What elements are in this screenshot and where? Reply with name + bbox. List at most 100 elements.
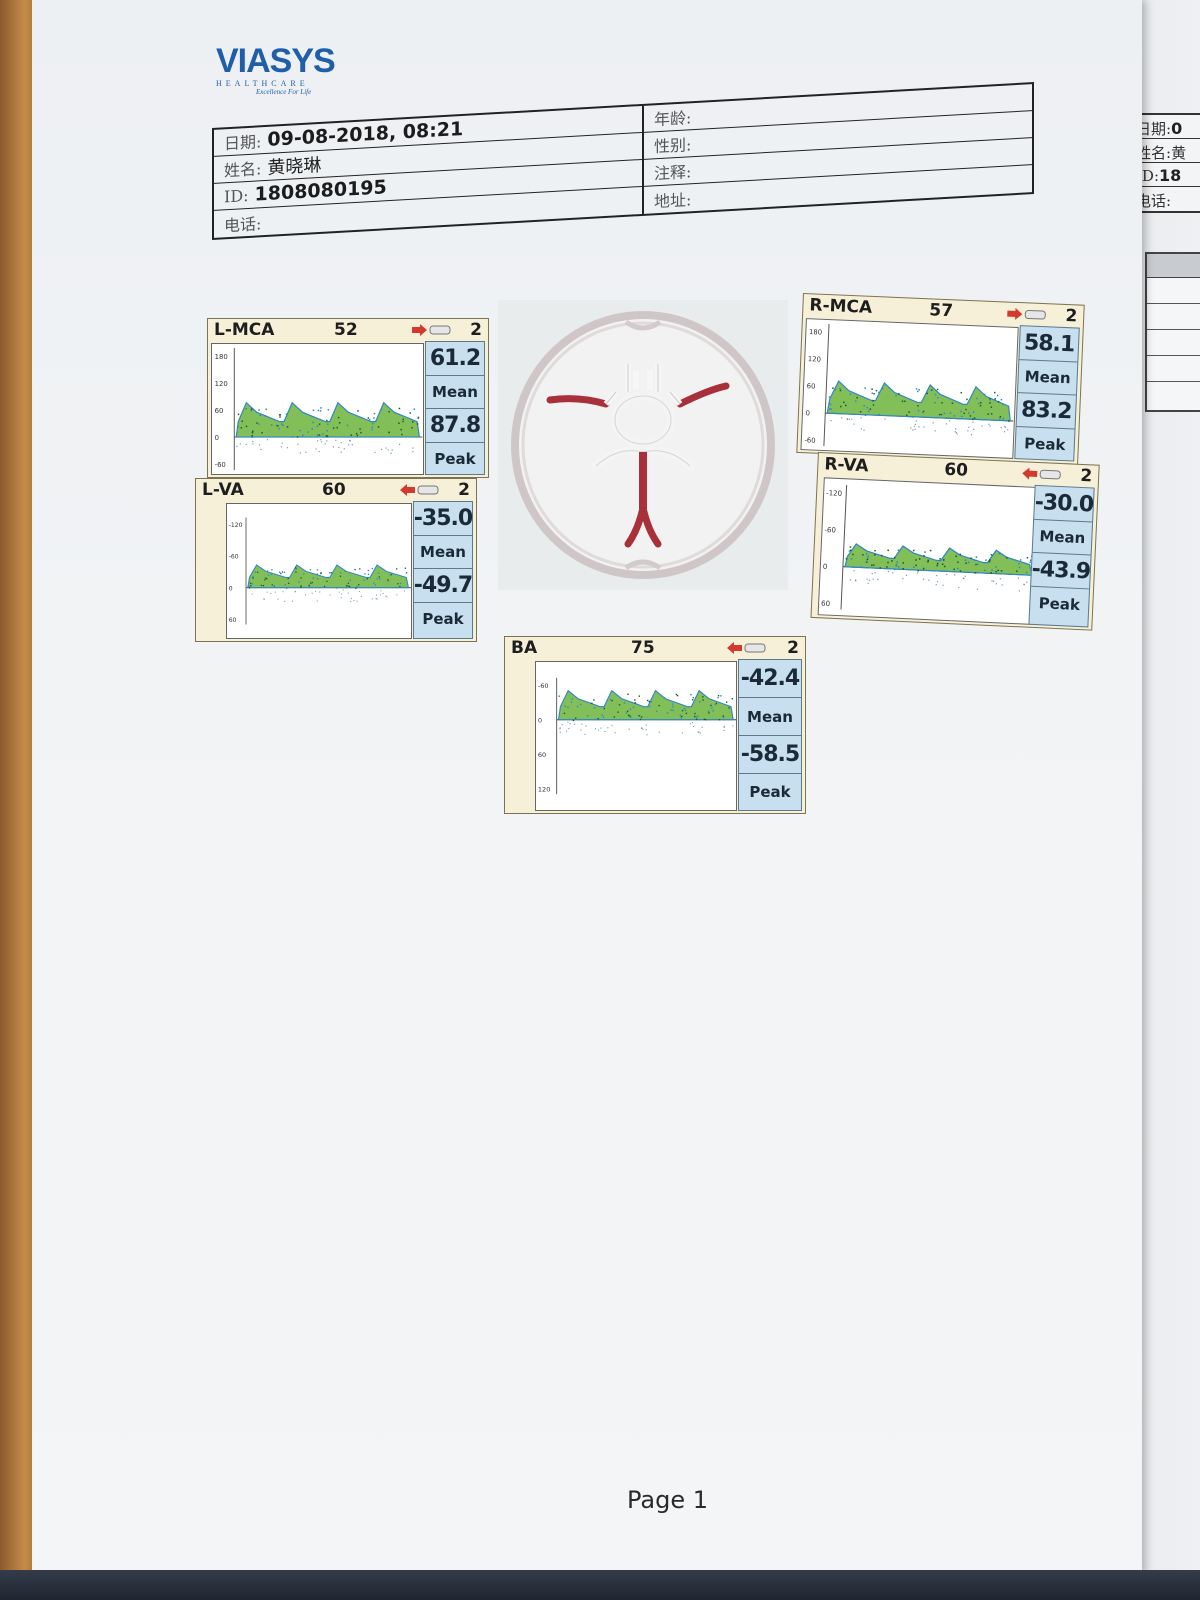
spectral-dot [355,587,357,589]
rmca-panel: R-MCA 57 2 180 120 60 0 -60 58.1 Mean 83.2 P… [796,293,1085,465]
spectral-dot [710,704,712,707]
spectral-dot [397,583,399,585]
spectral-dot [359,568,361,570]
spectral-dot [283,571,286,574]
doppler-spectrum: 180 120 60 0 -60 [800,318,1019,459]
spectral-dot [388,431,390,434]
spectral-dot [595,718,598,721]
noise-dot [607,727,609,729]
spectral-dot [312,577,314,579]
spectral-dot [897,566,900,568]
noise-dot [340,593,342,595]
noise-dot [376,594,378,596]
noise-dot [315,448,317,450]
spectral-dot [563,712,566,715]
spectral-dot [834,389,836,391]
peak-value: -58.5 [739,736,801,774]
spectral-dot [663,696,666,699]
spectral-dot [316,573,318,575]
spectral-dot [908,411,910,413]
spectral-dot [629,708,632,710]
spectral-dot [254,571,256,573]
spectral-dot [658,704,660,707]
spectral-dot [349,579,351,581]
spectral-dot [371,428,373,431]
logo-tagline: Excellence For Life [256,88,312,96]
spectral-dot [248,585,250,588]
scale-tick-label: -60 [538,682,549,690]
spectral-dot [367,417,370,419]
noise-dot [699,732,701,734]
spectral-dot [955,555,957,558]
spectral-dot [363,579,365,581]
age-label: 年龄: [654,108,692,130]
spectral-dot [695,718,698,720]
spectral-dot [359,428,361,430]
noise-dot [1017,577,1020,579]
spectral-dot [864,414,867,417]
noise-dot [292,600,294,602]
spectral-dot [930,389,933,391]
noise-dot [935,584,937,586]
noise-dot [872,578,874,580]
spectral-dot [924,551,926,553]
spectral-dot [989,559,991,561]
scale-tick-label: 120 [808,355,821,364]
spectral-dot [702,696,704,698]
spectral-dot [916,390,919,393]
readout-column: -42.4 Mean -58.5 Peak [738,659,802,811]
noise-dot [356,600,358,602]
peak-value: -43.9 [1031,552,1091,589]
spectral-dot [395,568,398,570]
noise-dot [701,726,703,728]
spectral-dot [312,409,315,411]
note-label: 注释: [654,162,692,184]
noise-dot [266,591,268,593]
spectral-dot [681,709,684,712]
spectral-dot [999,415,1002,418]
spectral-dot [845,404,847,407]
noise-dot [948,420,951,422]
spectral-dot [927,561,929,563]
noise-dot [902,578,904,580]
noise-dot [585,725,587,727]
spectral-dot [718,718,721,721]
spectral-dot [862,553,864,556]
spectral-dot [307,431,309,433]
noise-dot [329,594,331,596]
noise-dot [580,729,582,731]
spectral-dot [845,557,848,560]
spectral-dot [580,703,582,706]
noise-dot [305,594,307,596]
spectral-dot [990,572,993,574]
spectral-dot [878,413,880,416]
spectral-dot [959,570,962,572]
scale-tick-label: 60 [807,382,816,390]
noise-dot [936,581,939,583]
spectral-dot [409,412,412,414]
spectral-dot [714,703,717,706]
noise-dot [376,598,378,600]
spectral-dot [866,406,868,409]
noise-dot [386,596,388,598]
spectral-dot [873,392,875,395]
noise-dot [403,590,406,592]
noise-dot [239,443,241,445]
noise-dot [698,731,700,733]
noise-dot [604,730,606,733]
peak-value: 83.2 [1016,393,1076,429]
spectral-dot [368,418,371,421]
spectral-dot [271,584,273,586]
noise-dot [692,725,695,727]
next-page-table-row [1147,330,1200,356]
noise-dot [830,419,832,422]
spectral-dot [891,560,893,562]
noise-dot [972,421,974,423]
spectral-dot [256,422,258,424]
spectral-dot [832,387,834,389]
spectral-dot [872,400,874,402]
spectral-dot [405,572,408,574]
spectral-dot [967,561,970,564]
scale-tick-label: 0 [538,717,542,725]
circle-of-willis-diagram [498,300,788,590]
